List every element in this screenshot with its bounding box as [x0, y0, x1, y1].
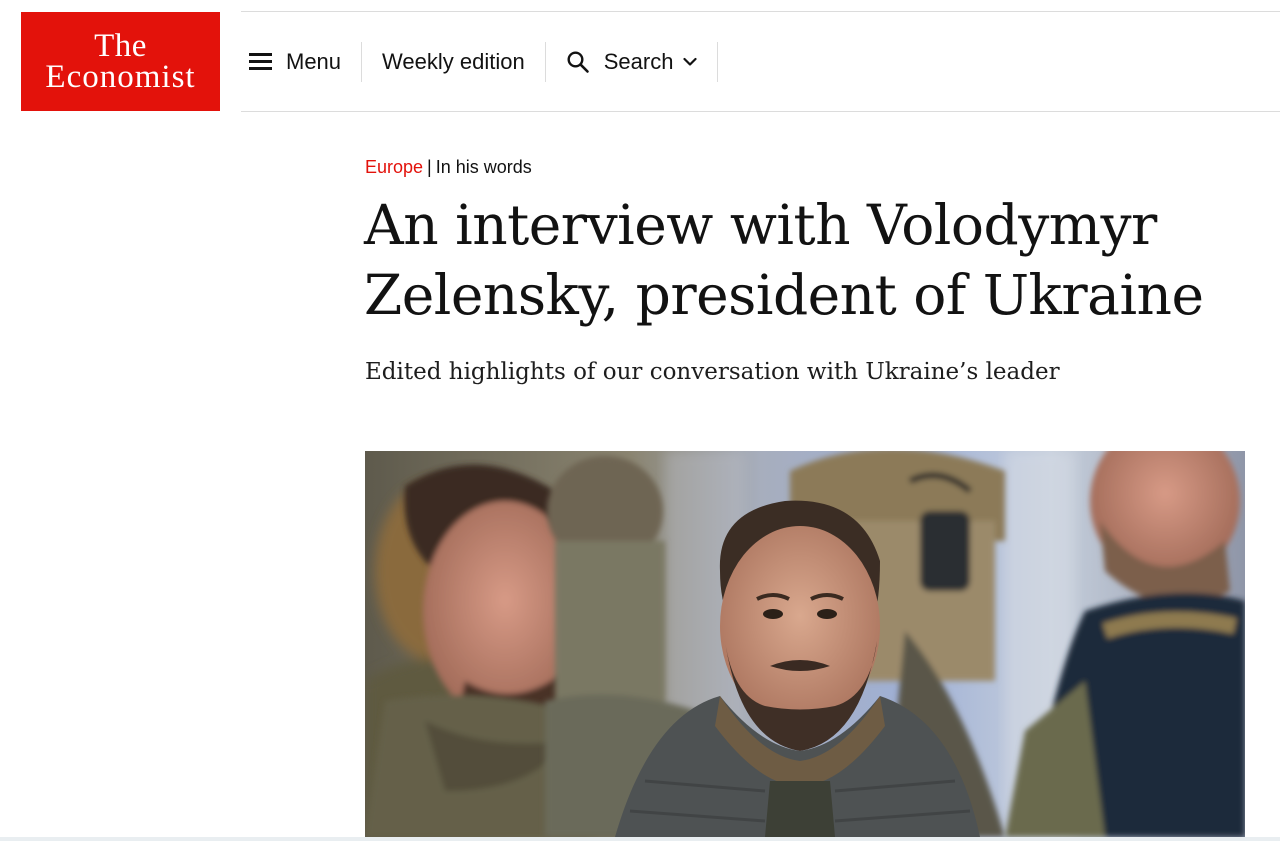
- top-navigation: Menu Weekly edition Search: [241, 12, 719, 111]
- kicker-separator: |: [427, 157, 432, 177]
- article-hero-image: [365, 451, 1245, 837]
- chevron-down-icon: [683, 57, 698, 66]
- weekly-edition-link[interactable]: Weekly edition: [362, 42, 545, 82]
- nav-divider: [717, 41, 719, 82]
- search-label: Search: [603, 48, 674, 74]
- section-link-europe[interactable]: Europe: [365, 157, 423, 177]
- search-icon: [567, 50, 589, 73]
- article-kicker: Europe | In his words: [365, 155, 532, 179]
- logo-line-economist: Economist: [45, 58, 196, 95]
- article-headline: An interview with Volodymyr Zelensky, pr…: [364, 193, 1204, 327]
- weekly-edition-label: Weekly edition: [382, 48, 525, 74]
- economist-logo[interactable]: The Economist: [21, 12, 220, 111]
- header-bottom-rule: [241, 111, 1280, 112]
- article-subsection: In his words: [435, 157, 532, 177]
- logo-line-the: The: [94, 27, 147, 64]
- menu-label: Menu: [286, 48, 342, 74]
- hamburger-icon: [249, 53, 272, 70]
- hero-photo: [365, 451, 1245, 837]
- menu-button[interactable]: Menu: [241, 42, 361, 82]
- search-button[interactable]: Search: [546, 42, 718, 82]
- article-standfirst: Edited highlights of our conversation wi…: [365, 359, 1060, 385]
- page-bottom-edge: [0, 837, 1280, 841]
